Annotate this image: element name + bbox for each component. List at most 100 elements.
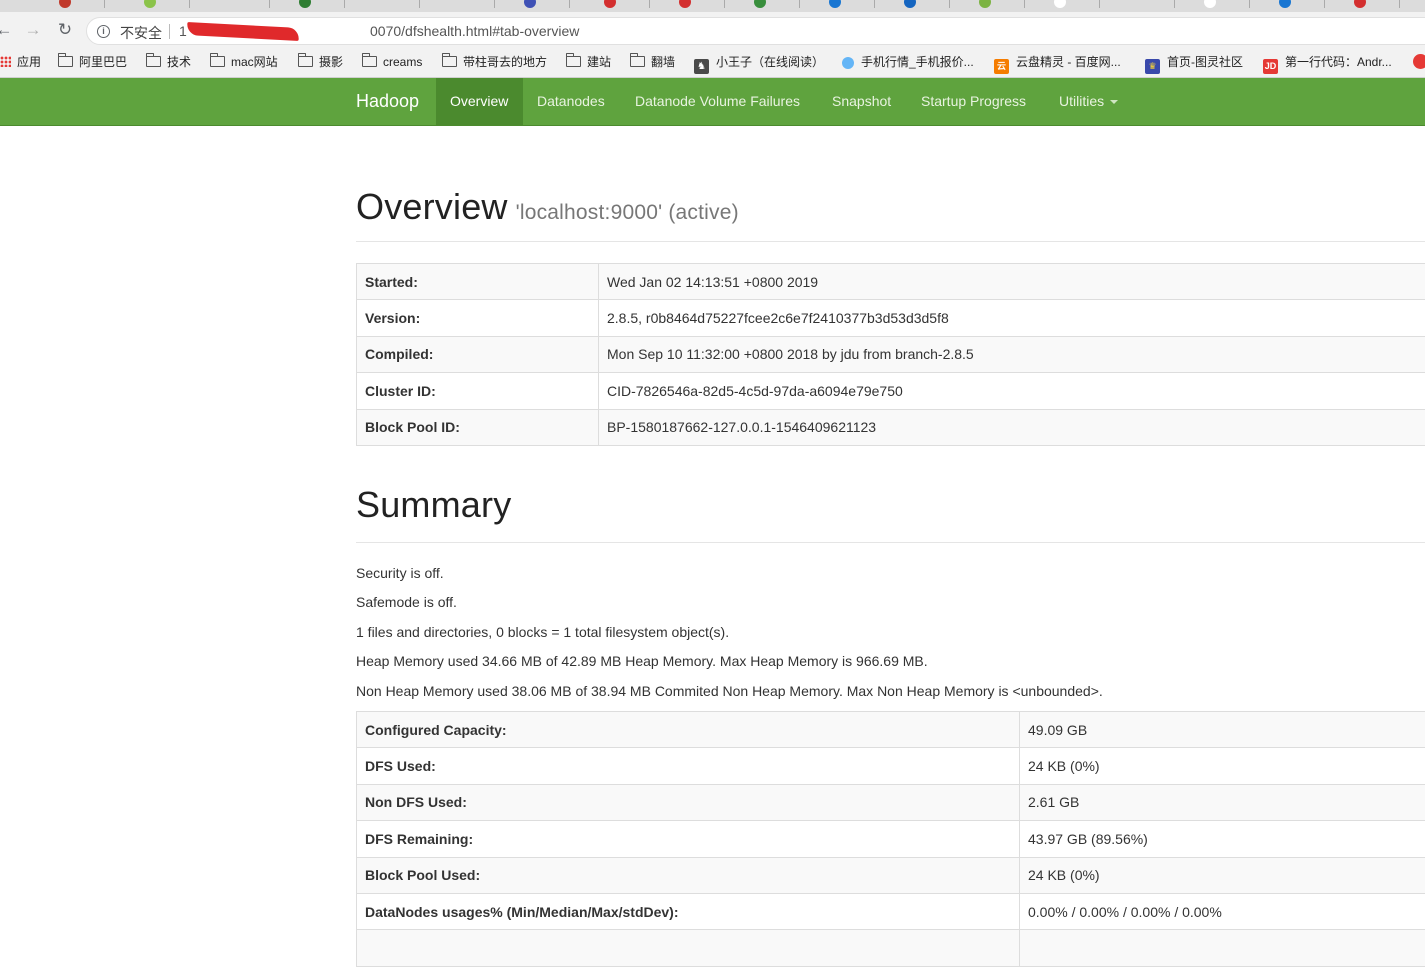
bookmark-folder[interactable]: 技术 [146,54,191,70]
row-key: Compiled: [357,336,599,372]
row-value: 0.00% / 0.00% / 0.00% / 0.00% [1020,893,1425,929]
browser-tab[interactable] [285,0,345,8]
row-key: DFS Used: [357,748,1020,784]
bookmark-label: 手机行情_手机报价... [861,55,974,69]
row-value: 49.09 GB [1020,712,1425,748]
bookmark-apps[interactable]: 应用 [0,54,41,70]
browser-tab[interactable] [965,0,1025,8]
row-value: BP-1580187662-127.0.0.1-1546409621123 [599,409,1425,445]
browser-tab[interactable] [815,0,875,8]
browser-tab[interactable] [435,0,495,8]
bookmark-link[interactable]: 云云盘精灵 - 百度网... [994,54,1121,70]
reload-icon[interactable]: ↻ [55,20,75,40]
browser-tab[interactable] [1265,0,1325,8]
security-status-label[interactable]: 不安全 [120,23,162,43]
folder-icon [146,56,161,67]
non-heap-memory-text: Non Heap Memory used 38.06 MB of 38.94 M… [356,683,1103,699]
bookmark-link[interactable]: ♞小王子（在线阅读） [694,54,824,70]
browser-tab[interactable] [1190,0,1250,8]
row-value: Wed Jan 02 14:13:51 +0800 2019 [599,264,1425,300]
url-redaction-scribble [187,22,300,41]
bookmark-folder[interactable]: mac网站 [210,54,278,70]
bookmark-label: 小王子（在线阅读） [716,55,824,69]
row-value: CID-7826546a-82d5-4c5d-97da-a6094e79e750 [599,373,1425,409]
url-input[interactable]: i 不安全 1 0070/dfshealth.html#tab-overview [86,17,1425,45]
table-row: DFS Used:24 KB (0%) [357,748,1425,784]
nav-startup-progress[interactable]: Startup Progress [907,78,1040,125]
bookmark-label: 翻墙 [651,55,675,69]
caret-down-icon [1110,100,1118,104]
browser-tab[interactable] [1115,0,1175,8]
jd-favicon-icon: JD [1263,59,1278,74]
overview-title: Overview [356,186,508,227]
brand-logo[interactable]: Hadoop [356,91,419,112]
row-value: 24 KB (0%) [1020,748,1425,784]
bookmark-link[interactable]: ♛首页-图灵社区 [1145,54,1243,70]
browser-tab[interactable] [890,0,950,8]
bookmark-label: 摄影 [319,55,343,69]
bookmark-folder[interactable]: 阿里巴巴 [58,54,127,70]
bookmark-label: 建站 [587,55,611,69]
url-text: 0070/dfshealth.html#tab-overview [370,23,579,39]
divider [356,241,1425,242]
table-row: Compiled:Mon Sep 10 11:32:00 +0800 2018 … [357,336,1425,372]
bookmark-label: 技术 [167,55,191,69]
folder-icon [630,56,645,67]
bookmark-folder[interactable]: 带柱哥去的地方 [442,54,547,70]
row-key: Block Pool ID: [357,409,599,445]
browser-tab[interactable] [130,0,190,8]
turing-favicon-icon: ♛ [1145,59,1160,74]
nav-datanode-volume-failures[interactable]: Datanode Volume Failures [621,78,814,125]
browser-tab[interactable] [590,0,650,8]
table-row: DFS Remaining:43.97 GB (89.56%) [357,821,1425,857]
bookmark-link[interactable]: JD第一行代码：Andr... [1263,54,1392,70]
security-status-text: Security is off. [356,565,444,581]
bookmark-label: 首页-图灵社区 [1167,55,1243,69]
bookmark-link[interactable] [1413,54,1425,70]
row-key: Non DFS Used: [357,784,1020,820]
cloud-favicon-icon: 云 [994,59,1009,74]
folder-icon [362,56,377,67]
filesystem-objects-text: 1 files and directories, 0 blocks = 1 to… [356,624,729,640]
safemode-status-text: Safemode is off. [356,594,457,610]
nav-utilities[interactable]: Utilities [1045,78,1132,125]
nav-datanodes[interactable]: Datanodes [523,78,619,125]
table-row: DataNodes usages% (Min/Median/Max/stdDev… [357,893,1425,929]
nav-utilities-label: Utilities [1059,93,1104,109]
summary-heading: Summary [356,484,511,526]
apps-grid-icon [0,56,11,67]
browser-tab[interactable] [665,0,725,8]
forward-arrow-icon[interactable]: → [23,20,43,40]
bookmark-link[interactable]: 手机行情_手机报价... [842,54,974,70]
row-value: 24 KB (0%) [1020,857,1425,893]
browser-tab[interactable] [360,0,420,8]
browser-tab[interactable] [210,0,270,8]
row-key: Block Pool Used: [357,857,1020,893]
table-row: Block Pool Used:24 KB (0%) [357,857,1425,893]
bookmark-folder[interactable]: 摄影 [298,54,343,70]
nav-overview[interactable]: Overview [436,78,523,125]
table-row: Block Pool ID:BP-1580187662-127.0.0.1-15… [357,409,1425,445]
nav-snapshot[interactable]: Snapshot [818,78,905,125]
info-icon[interactable]: i [97,25,110,38]
bookmark-folder[interactable]: 建站 [566,54,611,70]
row-key: DFS Remaining: [357,821,1020,857]
summary-table: Configured Capacity:49.09 GB DFS Used:24… [356,711,1425,967]
browser-tab[interactable] [510,0,570,8]
row-value: Mon Sep 10 11:32:00 +0800 2018 by jdu fr… [599,336,1425,372]
bookmark-folder[interactable]: creams [362,54,422,70]
browser-tab[interactable] [740,0,800,8]
row-value: 43.97 GB (89.56%) [1020,821,1425,857]
folder-icon [58,56,73,67]
namenode-address: 'localhost:9000' (active) [516,201,739,224]
row-value [1020,930,1425,966]
row-key: DataNodes usages% (Min/Median/Max/stdDev… [357,893,1020,929]
browser-tab[interactable] [1340,0,1400,8]
folder-icon [566,56,581,67]
back-arrow-icon[interactable]: ← [0,20,14,40]
browser-tab[interactable] [1040,0,1100,8]
table-row: Started:Wed Jan 02 14:13:51 +0800 2019 [357,264,1425,300]
bookmark-folder[interactable]: 翻墙 [630,54,675,70]
overview-table: Started:Wed Jan 02 14:13:51 +0800 2019 V… [356,263,1425,446]
browser-tab[interactable] [45,0,105,8]
